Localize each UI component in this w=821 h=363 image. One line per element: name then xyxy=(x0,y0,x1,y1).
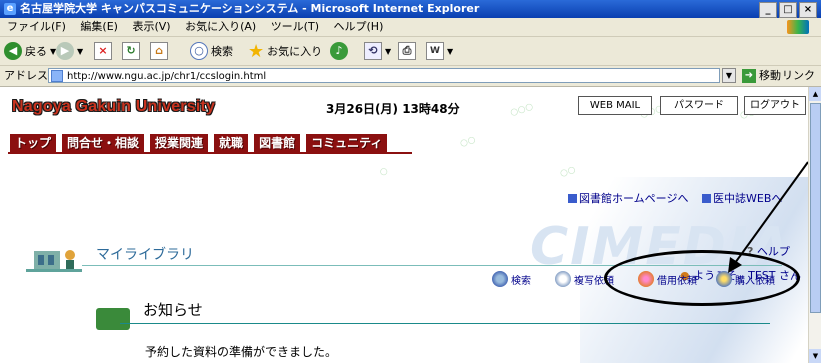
history-dropdown-icon[interactable]: ▼ xyxy=(385,47,391,56)
home-icon: ⌂ xyxy=(150,42,168,60)
vertical-scrollbar[interactable]: ▲ ▼ xyxy=(808,87,821,363)
back-label: 戻る xyxy=(25,45,47,58)
browser-toolbar: ◀ 戻る ▼ ▶ ▼ × ↻ ⌂ ○ 検索 ★ お気に入り ♪ ⟲ ▼ ⎙ W … xyxy=(0,37,821,66)
back-button[interactable]: ◀ 戻る ▼ xyxy=(4,41,56,61)
star-icon: ★ xyxy=(248,40,265,62)
history-icon: ⟲ xyxy=(364,42,382,60)
media-button[interactable]: ♪ xyxy=(330,41,348,61)
close-button[interactable]: × xyxy=(799,2,817,18)
print-icon: ⎙ xyxy=(398,42,416,60)
menu-favorites[interactable]: お気に入り(A) xyxy=(185,20,256,33)
search-icon: ○ xyxy=(190,42,208,60)
menu-edit[interactable]: 編集(E) xyxy=(80,20,118,33)
menu-file[interactable]: ファイル(F) xyxy=(7,20,66,33)
links-button[interactable]: リンク xyxy=(782,66,815,86)
stop-icon: × xyxy=(94,42,112,60)
menu-help[interactable]: ヘルプ(H) xyxy=(334,20,384,33)
maximize-button[interactable]: □ xyxy=(779,2,797,18)
print-button[interactable]: ⎙ xyxy=(398,41,416,61)
menu-tools[interactable]: ツール(T) xyxy=(271,20,319,33)
notice-title: お知らせ xyxy=(143,301,203,319)
search-button[interactable]: ○ 検索 xyxy=(190,41,233,61)
favorites-button[interactable]: ★ お気に入り xyxy=(248,40,323,62)
address-dropdown-icon[interactable]: ▼ xyxy=(722,68,736,83)
back-arrow-icon: ◀ xyxy=(4,42,22,60)
notice-board-icon xyxy=(96,308,130,330)
menu-view[interactable]: 表示(V) xyxy=(132,20,170,33)
favorites-label: お気に入り xyxy=(267,45,323,58)
window-title: 名古屋学院大学 キャンパスコミュニケーションシステム - Microsoft I… xyxy=(20,2,480,15)
minimize-button[interactable]: _ xyxy=(759,2,777,18)
address-input[interactable]: http://www.ngu.ac.jp/chr1/ccslogin.html xyxy=(48,68,720,83)
scroll-up-icon[interactable]: ▲ xyxy=(809,87,821,101)
home-button[interactable]: ⌂ xyxy=(150,41,168,61)
page-content: CIMEDIA ○○○ ○○○ ○○ ○ ○○ ○○ Nagoya Gakuin… xyxy=(0,87,808,363)
stop-button[interactable]: × xyxy=(94,41,112,61)
notice-message: 予約した資料の準備ができました。 xyxy=(145,345,338,359)
go-button[interactable]: ➜ 移動 xyxy=(742,66,781,86)
window-controls: _ □ × xyxy=(759,2,817,18)
history-button[interactable]: ⟲ ▼ xyxy=(364,41,391,61)
notice-divider xyxy=(120,323,770,324)
refresh-icon: ↻ xyxy=(122,42,140,60)
go-arrow-icon: ➜ xyxy=(742,69,756,83)
media-icon: ♪ xyxy=(330,42,348,60)
window-titlebar: e 名古屋学院大学 キャンパスコミュニケーションシステム - Microsoft… xyxy=(0,0,821,18)
forward-button[interactable]: ▶ ▼ xyxy=(56,41,83,61)
search-label: 検索 xyxy=(211,45,233,58)
edit-dropdown-icon[interactable]: ▼ xyxy=(447,47,453,56)
forward-dropdown-icon[interactable]: ▼ xyxy=(77,47,83,56)
refresh-button[interactable]: ↻ xyxy=(122,41,140,61)
page-icon xyxy=(51,70,63,82)
menu-bar: ファイル(F) 編集(E) 表示(V) お気に入り(A) ツール(T) ヘルプ(… xyxy=(0,18,821,37)
ie-icon: e xyxy=(4,3,16,15)
scroll-down-icon[interactable]: ▼ xyxy=(809,349,821,363)
scroll-thumb[interactable] xyxy=(810,103,821,313)
forward-arrow-icon: ▶ xyxy=(56,42,74,60)
address-bar: アドレス(D) http://www.ngu.ac.jp/chr1/ccslog… xyxy=(0,66,821,87)
windows-logo-icon xyxy=(787,20,809,34)
go-label: 移動 xyxy=(759,69,781,82)
address-url: http://www.ngu.ac.jp/chr1/ccslogin.html xyxy=(67,71,267,82)
edit-button[interactable]: W ▼ xyxy=(426,41,453,61)
edit-icon: W xyxy=(426,42,444,60)
